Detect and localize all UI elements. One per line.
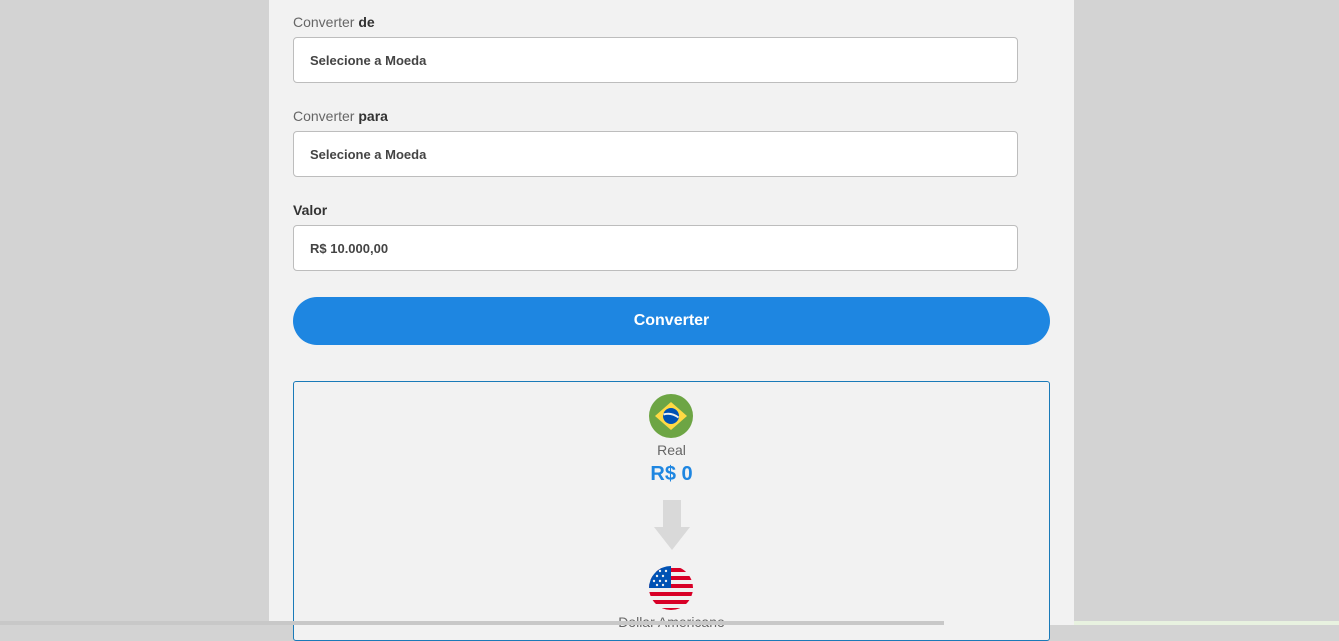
from-label: Converter de [293, 14, 375, 30]
from-currency-select[interactable]: Selecione a Moeda [293, 37, 1018, 83]
from-label-prefix: Converter [293, 14, 359, 30]
to-label-bold: para [358, 108, 388, 124]
convert-button[interactable]: Converter [293, 297, 1050, 345]
amount-input[interactable]: R$ 10.000,00 [293, 225, 1018, 271]
amount-label: Valor [293, 202, 328, 218]
arrow-down-icon [654, 500, 690, 550]
from-label-bold: de [358, 14, 375, 30]
to-currency-select[interactable]: Selecione a Moeda [293, 131, 1018, 177]
to-currency-select-value: Selecione a Moeda [310, 146, 427, 162]
from-currency-name: Real [657, 442, 686, 458]
horizontal-scrollbar[interactable] [0, 621, 944, 625]
converter-panel: Converter de Selecione a Moeda Converter… [269, 0, 1074, 641]
amount-input-value: R$ 10.000,00 [310, 240, 389, 256]
result-box: Real R$ 0 [293, 381, 1050, 641]
bottom-strip [1074, 621, 1339, 625]
to-label-prefix: Converter [293, 108, 359, 124]
to-label: Converter para [293, 108, 388, 124]
from-currency-select-value: Selecione a Moeda [310, 52, 427, 68]
brazil-flag-icon [649, 394, 693, 438]
from-currency-value: R$ 0 [650, 463, 693, 485]
usa-flag-icon [649, 566, 693, 610]
